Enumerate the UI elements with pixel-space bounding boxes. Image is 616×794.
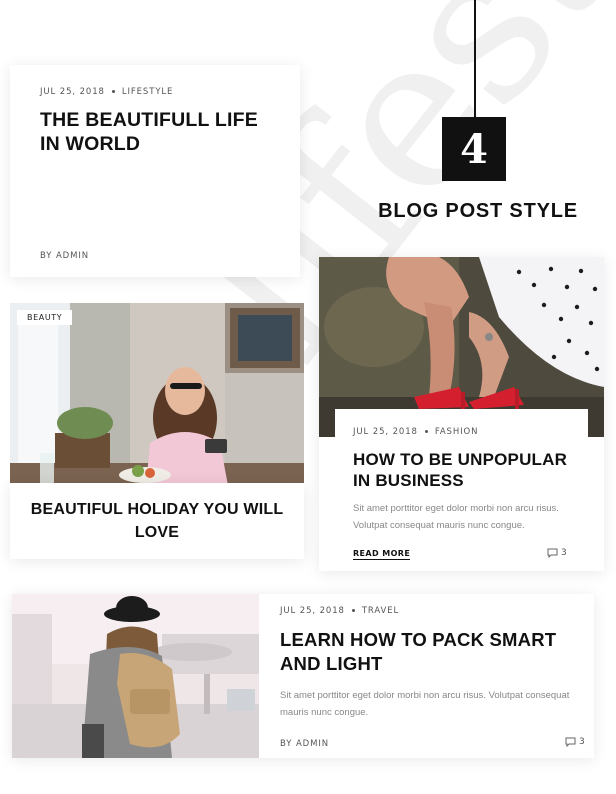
post-image-woman-cafe[interactable] — [10, 303, 304, 496]
style-number-box: 4 — [442, 117, 506, 181]
post-image-traveler-airport[interactable] — [12, 594, 259, 758]
post-category[interactable]: FASHION — [435, 427, 479, 437]
post-card-beauty[interactable]: BEAUTY BEAUTIFUL HOLIDAY YOU WILL LOVE — [10, 303, 304, 559]
comment-count[interactable]: 3 — [565, 737, 585, 747]
comment-count[interactable]: 3 — [547, 548, 567, 558]
comment-count-value: 3 — [579, 737, 585, 747]
post-excerpt: Sit amet porttitor eget dolor morbi non … — [353, 503, 559, 531]
post-meta: JUL 25, 2018 LIFESTYLE — [40, 87, 173, 97]
post-title[interactable]: BEAUTIFUL HOLIDAY YOU WILL LOVE — [30, 498, 284, 544]
comment-bubble-icon — [547, 548, 558, 558]
post-author[interactable]: BY ADMIN — [40, 251, 89, 261]
post-card-lifestyle[interactable]: JUL 25, 2018 LIFESTYLE THE BEAUTIFULL LIF… — [10, 65, 300, 277]
decorative-line — [474, 0, 476, 120]
post-title[interactable]: HOW TO BE UNPOPULAR IN BUSINESS — [353, 449, 583, 491]
comment-count-value: 3 — [561, 548, 567, 558]
post-card-fashion[interactable]: JUL 25, 2018 FASHION HOW TO BE UNPOPULAR … — [319, 257, 604, 571]
post-date: JUL 25, 2018 — [280, 606, 345, 616]
read-more-link[interactable]: READ MORE — [353, 549, 411, 560]
post-date: JUL 25, 2018 — [40, 87, 105, 97]
post-category[interactable]: TRAVEL — [362, 606, 399, 616]
post-excerpt: Sit amet porttitor eget dolor morbi non … — [280, 690, 570, 718]
comment-bubble-icon — [565, 737, 576, 747]
post-date: JUL 25, 2018 — [353, 427, 418, 437]
post-content-panel: JUL 25, 2018 FASHION HOW TO BE UNPOPULAR … — [335, 409, 588, 559]
post-author[interactable]: BY ADMIN — [280, 739, 329, 749]
post-meta: JUL 25, 2018 TRAVEL — [280, 606, 399, 616]
category-badge[interactable]: BEAUTY — [17, 310, 73, 325]
style-label: BLOG POST STYLE — [378, 200, 578, 222]
post-card-travel[interactable]: JUL 25, 2018 TRAVEL LEARN HOW TO PACK SMA… — [12, 594, 594, 758]
post-title[interactable]: THE BEAUTIFULL LIFE IN WORLD — [40, 108, 280, 156]
post-category[interactable]: LIFESTYLE — [122, 87, 174, 97]
post-meta: JUL 25, 2018 FASHION — [353, 427, 478, 437]
post-title[interactable]: LEARN HOW TO PACK SMART AND LIGHT — [280, 628, 580, 676]
